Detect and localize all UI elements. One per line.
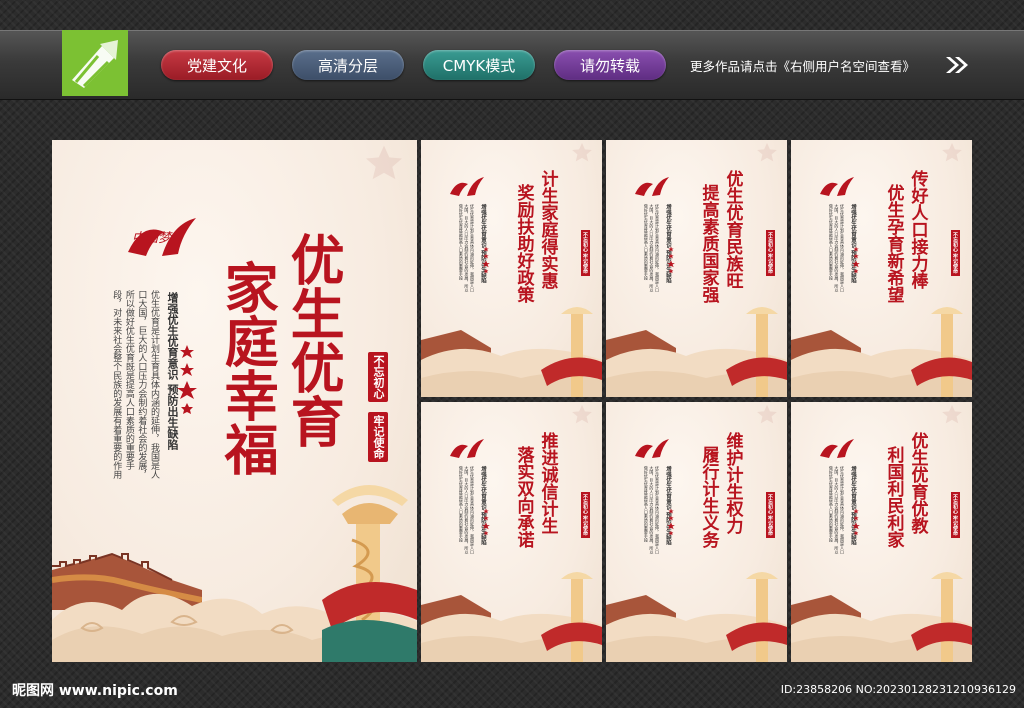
tag-hd-layered[interactable]: 高清分层 <box>292 50 404 80</box>
more-works-text[interactable]: 更多作品请点击《右侧用户名空间查看》 <box>690 56 915 75</box>
main-title-col1: 优生优育 <box>281 232 346 448</box>
poster-6: 优生优育优教 利国利民利家 增强优生优育意识 预防出生缺陷 优生优育是计划生育具… <box>791 402 972 662</box>
poster-landscape <box>421 307 602 397</box>
china-dream-logo <box>820 439 854 458</box>
nipic-logo <box>62 30 128 96</box>
poster-body: 优生优育是计划生育具体内涵的延伸，我国是人口大国，巨大的人口压力会制约着社会的发… <box>643 466 660 554</box>
china-dream-logo <box>820 177 854 196</box>
poster-body: 优生优育是计划生育具体内涵的延伸，我国是人口大国，巨大的人口压力会制约着社会的发… <box>828 204 845 292</box>
tag-cmyk[interactable]: CMYK模式 <box>423 50 535 80</box>
poster-4: 推进诚信计生 落实双向承诺 增强优生优育意识 预防出生缺陷 优生优育是计划生育具… <box>421 402 602 662</box>
poster-seal: 不忘初心 牢记使命 <box>581 492 590 538</box>
poster-title-col1: 优生优育民族旺 <box>722 170 743 289</box>
poster-title-col2: 落实双向承诺 <box>513 446 534 548</box>
poster-landscape <box>606 307 787 397</box>
tag-no-repost[interactable]: 请勿转载 <box>554 50 666 80</box>
poster-landscape <box>791 307 972 397</box>
decor-stars <box>482 508 490 536</box>
poster-title-col2: 利国利民利家 <box>883 446 904 548</box>
poster-landscape <box>791 572 972 662</box>
image-id: ID:23858206 NO:20230128231210936129 <box>780 683 1016 696</box>
seal-not-forget: 不忘初心 <box>368 352 388 402</box>
china-dream-logo <box>635 177 669 196</box>
decor-stars <box>667 508 675 536</box>
poster-2: 优生优育民族旺 提高素质国家强 增强优生优育意识 预防出生缺陷 优生优育是计划生… <box>606 140 787 397</box>
poster-seal: 不忘初心 牢记使命 <box>766 230 775 276</box>
poster-title-col1: 推进诚信计生 <box>537 432 558 534</box>
poster-5: 维护计生权力 履行计生义务 增强优生优育意识 预防出生缺陷 优生优育是计划生育具… <box>606 402 787 662</box>
background-star-icon <box>572 142 592 162</box>
tag-party-culture[interactable]: 党建文化 <box>161 50 273 80</box>
background-star-icon <box>572 404 592 424</box>
poster-seal: 不忘初心 牢记使命 <box>581 230 590 276</box>
poster-3: 传好人口接力棒 优生孕育新希望 增强优生优育意识 预防出生缺陷 优生优育是计划生… <box>791 140 972 397</box>
china-dream-logo: 中国梦 <box>128 218 196 256</box>
poster-title-col2: 优生孕育新希望 <box>883 184 904 303</box>
poster-seal: 不忘初心 牢记使命 <box>951 230 960 276</box>
poster-landscape <box>421 572 602 662</box>
poster-body: 优生优育是计划生育具体内涵的延伸，我国是人口大国，巨大的人口压力会制约着社会的发… <box>643 204 660 292</box>
decor-stars <box>667 246 675 274</box>
poster-body: 优生优育是计划生育具体内涵的延伸，我国是人口大国，巨大的人口压力会制约着社会的发… <box>458 466 475 554</box>
pen-nib-icon <box>72 40 118 88</box>
poster-title-col2: 提高素质国家强 <box>698 184 719 303</box>
poster-title-col2: 奖励扶助好政策 <box>513 184 534 303</box>
decor-stars <box>482 246 490 274</box>
background-star-icon <box>942 404 962 424</box>
svg-text:中国梦: 中国梦 <box>132 231 173 246</box>
china-dream-logo <box>450 177 484 196</box>
poster-title-col2: 履行计生义务 <box>698 446 719 548</box>
poster-landscape <box>606 572 787 662</box>
background-star-icon <box>942 142 962 162</box>
site-watermark: 昵图网 www.nipic.com <box>12 683 178 699</box>
poster-seal: 不忘初心 牢记使命 <box>951 492 960 538</box>
decor-stars <box>177 345 197 414</box>
poster-body: 优生优育是计划生育具体内涵的延伸，我国是人口大国，巨大的人口压力会制约着社会的发… <box>828 466 845 554</box>
double-arrow-icon[interactable] <box>944 55 970 75</box>
background-star-icon <box>757 404 777 424</box>
decor-stars <box>852 246 860 274</box>
poster-title-col1: 优生优育优教 <box>907 432 928 534</box>
poster-title-col1: 传好人口接力棒 <box>907 170 928 289</box>
main-body: 优生优育是计划生育具体内涵的延伸，我国是人口大国，巨大的人口压力会制约着社会的发… <box>111 290 159 479</box>
poster-1: 计生家庭得实惠 奖励扶助好政策 增强优生优育意识 预防出生缺陷 优生优育是计划生… <box>421 140 602 397</box>
poster-title-col1: 计生家庭得实惠 <box>537 170 558 289</box>
decor-stars <box>852 508 860 536</box>
background-star-icon <box>757 142 777 162</box>
seal-keep-mission: 牢记使命 <box>368 412 388 462</box>
huabiao-pillar <box>322 485 417 662</box>
poster-seal: 不忘初心 牢记使命 <box>766 492 775 538</box>
china-dream-logo <box>450 439 484 458</box>
main-title-col2: 家庭幸福 <box>215 260 280 476</box>
background-star-icon <box>366 145 402 180</box>
main-poster: 中国梦 优生优育 家庭幸福 增强优生优育意识 预防出生缺陷 优生优育是计划生育具… <box>52 140 417 662</box>
poster-title-col1: 维护计生权力 <box>722 432 743 534</box>
poster-body: 优生优育是计划生育具体内涵的延伸，我国是人口大国，巨大的人口压力会制约着社会的发… <box>458 204 475 292</box>
china-dream-logo <box>635 439 669 458</box>
